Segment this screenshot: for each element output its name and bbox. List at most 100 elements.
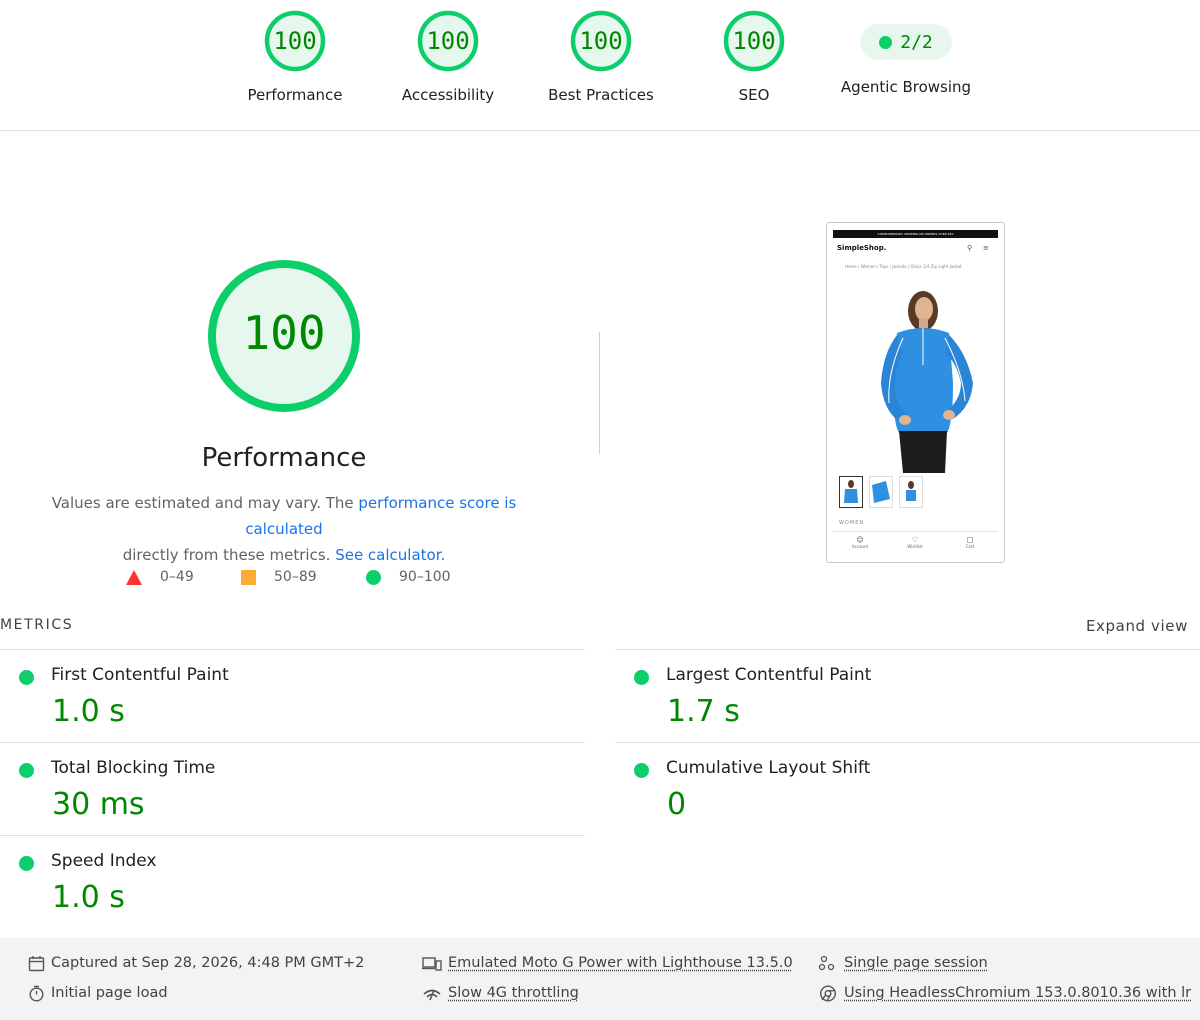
accessibility-score: 100: [426, 27, 470, 55]
pass-dot-icon: [19, 763, 34, 778]
thumb-promo-banner: COMPLIMENTARY SHIPPING ON ORDERS OVER $5…: [833, 230, 998, 238]
performance-label: Performance: [247, 86, 343, 104]
pass-dot-icon: [634, 670, 649, 685]
agentic-fraction-badge: 2/2: [860, 24, 952, 60]
performance-gauge: 100: [264, 10, 326, 72]
legend-fail-range: 0–49: [160, 569, 194, 585]
scores-header: 100 Performance 100 Accessibility 100 Be…: [0, 0, 1200, 131]
performance-big-gauge: 100: [206, 258, 362, 414]
metric-total-blocking-time: Total Blocking Time 30 ms: [0, 742, 585, 835]
captured-text: Captured at Sep 28, 2026, 4:48 PM GMT+2: [51, 955, 365, 971]
browser-text: Using HeadlessChromium 153.0.8010.36 wit…: [844, 985, 1192, 1001]
metric-value: 1.7 s: [667, 694, 740, 729]
final-screenshot[interactable]: COMPLIMENTARY SHIPPING ON ORDERS OVER $5…: [826, 222, 1005, 563]
thumb-nav-wishlist: ♡ Wishlist: [895, 536, 935, 549]
category-performance[interactable]: 100 Performance: [220, 10, 370, 104]
initial-load-text: Initial page load: [51, 985, 168, 1001]
thumb-search-icon: ⚲: [967, 244, 973, 252]
footer-emulated-device[interactable]: Emulated Moto G Power with Lighthouse 13…: [422, 952, 793, 974]
category-seo[interactable]: 100 SEO: [679, 10, 829, 104]
footer-browser[interactable]: Using HeadlessChromium 153.0.8010.36 wit…: [818, 982, 1191, 1004]
calendar-icon: [28, 955, 45, 971]
metric-value: 30 ms: [52, 787, 145, 822]
accessibility-gauge: 100: [417, 10, 479, 72]
expand-view-toggle[interactable]: Expand view: [1086, 617, 1188, 635]
thumb-nav-account-label: Account: [851, 544, 869, 549]
category-best-practices[interactable]: 100 Best Practices: [526, 10, 676, 104]
metric-title: Cumulative Layout Shift: [666, 758, 871, 778]
see-calculator-link[interactable]: See calculator.: [335, 546, 445, 564]
metrics-header: METRICS: [0, 617, 74, 633]
runtime-settings-footer: Captured at Sep 28, 2026, 4:48 PM GMT+2 …: [0, 938, 1200, 1020]
description-text-1: Values are estimated and may vary. The: [51, 494, 359, 512]
thumb-gallery-1: [839, 476, 863, 508]
metric-cumulative-layout-shift: Cumulative Layout Shift 0: [615, 742, 1200, 835]
pass-dot-icon: [19, 856, 34, 871]
legend-average-range: 50–89: [274, 569, 317, 585]
agentic-label: Agentic Browsing: [840, 78, 972, 96]
stopwatch-icon: [29, 985, 44, 1002]
performance-description: Values are estimated and may vary. The p…: [24, 490, 544, 568]
thumb-nav-account: ☺ Account: [840, 536, 880, 549]
category-agentic-browsing[interactable]: 2/2 Agentic Browsing: [831, 10, 981, 96]
thumb-breadcrumb: Home / Women / Tops / Jackets / Olivia 1…: [845, 264, 962, 269]
legend-pass-range: 90–100: [399, 569, 451, 585]
devices-icon: [422, 956, 442, 971]
pass-circle-icon: [366, 569, 381, 585]
average-square-icon: [241, 569, 256, 585]
thumb-shop-name: SimpleShop.: [837, 244, 887, 252]
metric-value: 1.0 s: [52, 880, 125, 915]
thumb-product-photo: [881, 291, 973, 473]
metric-speed-index: Speed Index 1.0 s: [0, 835, 585, 928]
legend-pass: 90–100: [366, 566, 451, 588]
session-text: Single page session: [844, 955, 988, 971]
metric-value: 0: [667, 787, 687, 822]
footer-captured: Captured at Sep 28, 2026, 4:48 PM GMT+2: [28, 952, 364, 974]
seo-label: SEO: [738, 86, 770, 104]
thumb-gallery-2: [869, 476, 893, 508]
category-accessibility[interactable]: 100 Accessibility: [373, 10, 523, 104]
metric-title: Speed Index: [51, 851, 157, 871]
thumb-nav-wishlist-label: Wishlist: [907, 544, 923, 549]
thumb-nav-divider: [833, 531, 998, 532]
network-signal-icon: [423, 989, 441, 1000]
thumb-nav-cart: □ Cart: [950, 536, 990, 549]
footer-throttling[interactable]: Slow 4G throttling: [422, 982, 579, 1004]
session-icon: [818, 955, 835, 970]
emulated-device-text: Emulated Moto G Power with Lighthouse 13…: [448, 955, 793, 971]
accessibility-label: Accessibility: [401, 86, 495, 104]
pass-dot-icon: [19, 670, 34, 685]
performance-title: Performance: [201, 443, 367, 473]
metric-title: First Contentful Paint: [51, 665, 229, 685]
thumb-category: WOMEN: [839, 520, 865, 526]
metric-largest-contentful-paint: Largest Contentful Paint 1.7 s: [615, 649, 1200, 742]
footer-session[interactable]: Single page session: [818, 952, 988, 974]
metric-value: 1.0 s: [52, 694, 125, 729]
summary-divider: [599, 332, 600, 454]
best-practices-label: Best Practices: [548, 86, 654, 104]
pass-dot-icon: [879, 35, 893, 49]
description-text-2: directly from these metrics.: [122, 546, 336, 564]
chrome-icon: [819, 984, 837, 1002]
legend-fail: 0–49: [126, 566, 194, 588]
metric-first-contentful-paint: First Contentful Paint 1.0 s: [0, 649, 585, 742]
thumb-nav-cart-label: Cart: [965, 544, 975, 549]
thumb-heart-icon: ♡: [911, 536, 919, 544]
metric-title: Total Blocking Time: [51, 758, 216, 778]
performance-big-score: 100: [242, 306, 326, 360]
best-practices-score: 100: [579, 27, 623, 55]
metric-title: Largest Contentful Paint: [666, 665, 872, 685]
throttling-text: Slow 4G throttling: [448, 985, 579, 1001]
legend-average: 50–89: [241, 566, 317, 588]
thumb-menu-icon: ≡: [983, 244, 989, 252]
best-practices-gauge: 100: [570, 10, 632, 72]
footer-initial-load: Initial page load: [28, 982, 168, 1004]
thumb-bag-icon: □: [966, 536, 974, 544]
thumb-gallery-3: [899, 476, 923, 508]
thumb-account-icon: ☺: [856, 536, 864, 544]
seo-score: 100: [732, 27, 776, 55]
agentic-fraction-value: 2/2: [900, 31, 933, 53]
fail-triangle-icon: [126, 569, 142, 585]
seo-gauge: 100: [723, 10, 785, 72]
performance-score: 100: [273, 27, 317, 55]
